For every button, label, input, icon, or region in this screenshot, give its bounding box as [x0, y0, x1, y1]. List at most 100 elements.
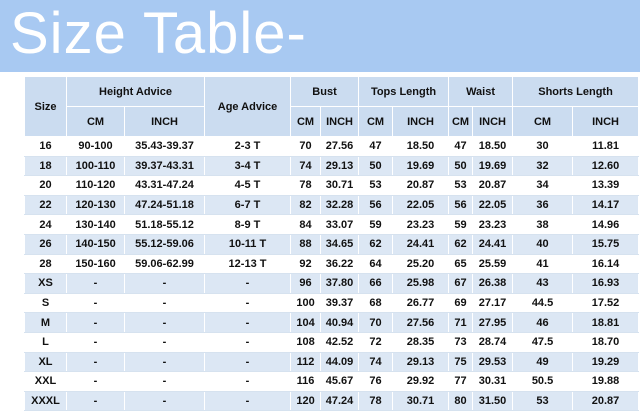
table-row: XXXL - - -120 47.24 78 30.71 80 31.50 53 20.87	[24, 390, 640, 412]
header-age-advice: Age Advice	[204, 76, 292, 137]
cell-height-inch: 55.12-59.06	[123, 233, 206, 255]
cell-bust-inch: 27.56	[320, 136, 360, 157]
cell-tops-inch: 29.92	[392, 371, 450, 392]
cell-tops-cm: 64	[358, 253, 394, 275]
cell-height-cm: 110-120	[66, 175, 125, 196]
cell-bust-inch: 33.07	[320, 214, 360, 235]
table-row: 26 140-150 55.12-59.06 10-11 T 88 34.65 62 24.4…	[24, 233, 640, 255]
cell-size: XS	[24, 273, 67, 294]
cell-bust-cm: 82	[290, 194, 322, 216]
cell-shorts-cm: 32	[512, 155, 574, 177]
cell-bust-cm: 88	[290, 233, 322, 255]
cell-waist-inch: 27.17	[472, 292, 514, 314]
table-header: Size Height Advice Age Advice Bust Tops …	[24, 76, 640, 137]
cell-size: XL	[24, 351, 67, 373]
table-row: 22 120-130 47.24-51.18 6-7 T 82 32.28 56 22.05 5…	[24, 194, 640, 216]
cell-tops-inch: 23.23	[392, 214, 450, 235]
cell-shorts-cm: 36	[512, 194, 574, 216]
cell-height-inch: -	[123, 371, 206, 392]
cell-shorts-cm: 40	[512, 233, 574, 255]
cell-height-inch: -	[123, 292, 206, 314]
cell-waist-inch: 28.74	[472, 331, 514, 353]
cell-shorts-inch: 16.14	[572, 253, 640, 275]
cell-shorts-inch: 18.70	[572, 331, 640, 353]
cell-shorts-cm: 47.5	[512, 331, 574, 353]
cell-waist-cm: 65	[448, 253, 474, 275]
cell-bust-inch: 45.67	[320, 371, 360, 392]
cell-shorts-cm: 44.5	[512, 292, 574, 314]
cell-bust-inch: 42.52	[320, 331, 360, 353]
cell-tops-inch: 19.69	[392, 155, 450, 177]
cell-tops-cm: 56	[358, 194, 394, 216]
cell-tops-inch: 27.56	[392, 312, 450, 333]
cell-shorts-cm: 53	[512, 390, 574, 412]
cell-tops-inch: 29.13	[392, 351, 450, 373]
cell-tops-cm: 66	[358, 273, 394, 294]
table-row: S - - -100 39.37 68 26.77 69 27.17 44.5 17.52	[24, 292, 640, 314]
cell-height-cm: -	[66, 312, 125, 333]
cell-waist-cm: 71	[448, 312, 474, 333]
cell-size: 22	[24, 194, 67, 216]
cell-height-cm: -	[66, 371, 125, 392]
cell-age: -	[204, 390, 292, 412]
cell-size: 28	[24, 253, 67, 275]
cell-bust-inch: 32.28	[320, 194, 360, 216]
header-shorts-length: Shorts Length	[512, 76, 640, 107]
size-chart-page: Size Table- Size Height Advice Age Advic…	[0, 0, 640, 415]
cell-age: 6-7 T	[204, 194, 292, 216]
cell-shorts-inch: 15.75	[572, 233, 640, 255]
cell-bust-cm: 116	[290, 371, 322, 392]
cell-height-inch: -	[123, 312, 206, 333]
cell-waist-inch: 26.38	[472, 273, 514, 294]
cell-bust-cm: 112	[290, 351, 322, 373]
cell-height-inch: -	[123, 390, 206, 412]
cell-height-cm: 100-110	[66, 155, 125, 177]
cell-bust-inch: 47.24	[320, 390, 360, 412]
cell-shorts-inch: 11.81	[572, 136, 640, 157]
cell-tops-inch: 20.87	[392, 175, 450, 196]
cell-height-cm: 150-160	[66, 253, 125, 275]
size-table: Size Height Advice Age Advice Bust Tops …	[24, 76, 640, 412]
cell-age: -	[204, 371, 292, 392]
subheader-shorts-cm: CM	[512, 106, 574, 137]
cell-bust-inch: 36.22	[320, 253, 360, 275]
cell-size: XXL	[24, 371, 67, 392]
cell-bust-cm: 78	[290, 175, 322, 196]
table-row: M - - -104 40.94 70 27.56 71 27.95 46 18.81	[24, 312, 640, 333]
cell-waist-inch: 29.53	[472, 351, 514, 373]
cell-waist-inch: 20.87	[472, 175, 514, 196]
cell-shorts-inch: 14.17	[572, 194, 640, 216]
cell-shorts-cm: 49	[512, 351, 574, 373]
cell-waist-cm: 47	[448, 136, 474, 157]
cell-tops-cm: 47	[358, 136, 394, 157]
cell-waist-cm: 75	[448, 351, 474, 373]
table-row: L - - -108 42.52 72 28.35 73 28.74 47.5 18.70	[24, 331, 640, 353]
cell-tops-cm: 62	[358, 233, 394, 255]
cell-waist-inch: 23.23	[472, 214, 514, 235]
header-tops-length: Tops Length	[358, 76, 450, 107]
cell-bust-inch: 29.13	[320, 155, 360, 177]
cell-waist-inch: 22.05	[472, 194, 514, 216]
cell-age: -	[204, 292, 292, 314]
cell-tops-cm: 76	[358, 371, 394, 392]
cell-age: -	[204, 312, 292, 333]
table-row: 28 150-160 59.06-62.99 12-13 T 92 36.22 64 25.2…	[24, 253, 640, 275]
cell-size: XXXL	[24, 390, 67, 412]
cell-bust-inch: 44.09	[320, 351, 360, 373]
cell-bust-inch: 40.94	[320, 312, 360, 333]
cell-tops-cm: 59	[358, 214, 394, 235]
cell-waist-inch: 19.69	[472, 155, 514, 177]
cell-waist-cm: 69	[448, 292, 474, 314]
cell-shorts-inch: 18.81	[572, 312, 640, 333]
cell-height-cm: 140-150	[66, 233, 125, 255]
cell-size: 24	[24, 214, 67, 235]
cell-height-cm: 120-130	[66, 194, 125, 216]
cell-bust-cm: 108	[290, 331, 322, 353]
cell-waist-cm: 59	[448, 214, 474, 235]
cell-waist-inch: 31.50	[472, 390, 514, 412]
cell-shorts-cm: 30	[512, 136, 574, 157]
header-row-units: CM INCH CM INCH CM INCH CM INCH CM INCH	[25, 106, 640, 137]
cell-waist-inch: 30.31	[472, 371, 514, 392]
header-height-advice: Height Advice	[65, 76, 206, 107]
cell-shorts-cm: 34	[512, 175, 574, 196]
